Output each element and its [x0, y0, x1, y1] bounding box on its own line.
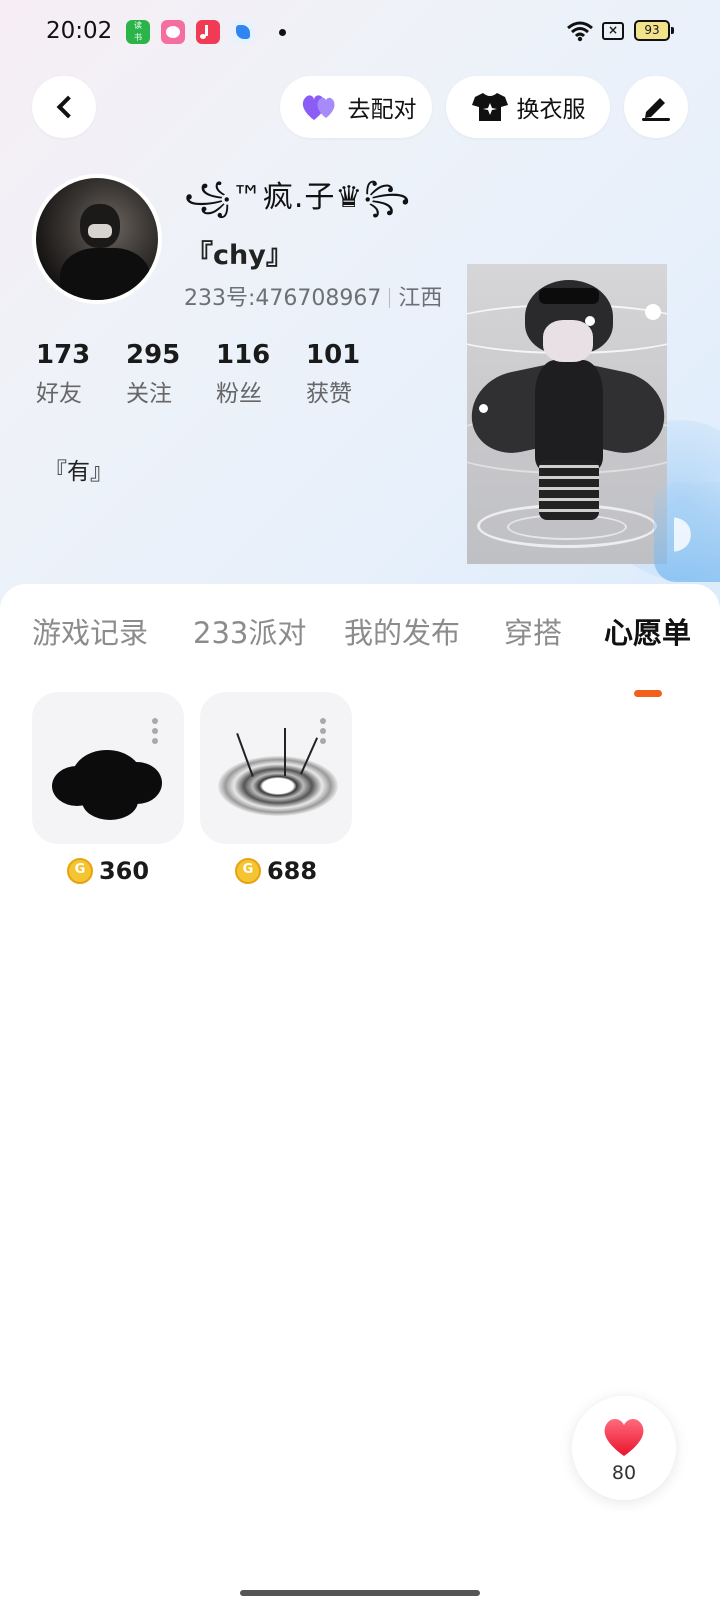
stat-label: 好友 [36, 381, 82, 407]
tab-outfits[interactable]: 穿搭 [504, 610, 562, 652]
avatar-model-preview[interactable] [467, 264, 667, 564]
notification-dot [279, 29, 286, 36]
tshirt-icon [471, 93, 508, 121]
match-button[interactable]: 去配对 [280, 76, 432, 138]
price-value: 688 [266, 857, 318, 885]
music-app-icon [196, 20, 220, 44]
face-app-icon [161, 20, 185, 44]
user-region: 江西 [398, 286, 443, 311]
double-heart-icon [302, 95, 335, 120]
dressup-button[interactable]: 换衣服 [446, 76, 610, 138]
model-legs [539, 460, 599, 520]
stat-value: 101 [306, 340, 361, 370]
stat-value: 295 [126, 340, 181, 370]
wishlist-grid: 360 688 [32, 692, 368, 888]
coin-icon [66, 858, 93, 884]
nickname: ꧁™疯.子♛꧂ [184, 180, 412, 215]
edit-profile-button[interactable] [624, 76, 688, 138]
avatar-mask [88, 224, 112, 238]
id-separator [389, 288, 391, 308]
status-time: 20:02 [46, 18, 113, 44]
status-bar: 20:02 读书 × 93 [0, 0, 720, 64]
sparkle [585, 316, 595, 326]
stat-label: 关注 [126, 381, 172, 407]
dressup-label: 换衣服 [516, 97, 586, 123]
tab-wishlist[interactable]: 心愿单 [604, 610, 691, 652]
model-face [543, 320, 593, 362]
pen-icon [642, 98, 670, 121]
ink-disc-effect-icon [218, 756, 338, 816]
stat-following[interactable]: 295 关注 [126, 340, 216, 408]
avatar-figure [60, 248, 150, 300]
battery-icon: 93 [634, 20, 674, 41]
home-indicator[interactable] [240, 1590, 480, 1596]
back-button[interactable] [32, 76, 96, 138]
wishlist-thumbnail[interactable] [200, 692, 352, 844]
wishlist-item[interactable]: 688 [200, 692, 352, 888]
model-torso [535, 360, 603, 470]
user-id-line: 233号:476708967 江西 [184, 280, 442, 312]
no-sim-icon: × [602, 22, 624, 40]
stat-value: 116 [216, 340, 271, 370]
tab-233-party[interactable]: 233派对 [193, 610, 306, 652]
decoration-glyph: ◗ [670, 506, 694, 557]
item-price: 688 [200, 854, 352, 888]
coin-icon [234, 858, 261, 884]
profile-screen: 20:02 读书 × 93 去配对 换衣服 ꧁™疯.子♛꧂ 『chy』 233号… [0, 0, 720, 1600]
sparkle [479, 404, 488, 413]
like-count: 80 [611, 1462, 637, 1484]
profile-bio: 『有』 [44, 459, 113, 485]
sparkle [645, 304, 661, 320]
more-options-icon[interactable] [320, 718, 326, 744]
wifi-icon [567, 21, 593, 42]
stat-likes: 101 获赞 [306, 340, 396, 408]
reading-app-icon: 读书 [126, 20, 150, 44]
blue-app-icon [231, 20, 255, 44]
like-button[interactable]: 80 [572, 1396, 676, 1500]
active-tab-indicator [634, 690, 662, 697]
stat-label: 粉丝 [216, 381, 262, 407]
chevron-left-icon [56, 95, 80, 119]
stat-friends[interactable]: 173 好友 [36, 340, 126, 408]
match-label: 去配对 [347, 97, 417, 123]
wishlist-item[interactable]: 360 [32, 692, 184, 888]
profile-stats: 173 好友 295 关注 116 粉丝 101 获赞 [36, 340, 396, 408]
user-id: 233号:476708967 [184, 286, 382, 311]
avatar[interactable] [32, 174, 162, 304]
stat-fans[interactable]: 116 粉丝 [216, 340, 306, 408]
heart-icon [604, 1419, 644, 1456]
display-name: 『chy』 [186, 240, 293, 271]
price-value: 360 [98, 857, 150, 885]
more-options-icon[interactable] [152, 718, 158, 744]
side-decoration: ◗ [654, 482, 720, 582]
stat-value: 173 [36, 340, 91, 370]
black-flower-accessory-icon [52, 742, 162, 822]
wishlist-thumbnail[interactable] [32, 692, 184, 844]
tab-my-posts[interactable]: 我的发布 [344, 610, 460, 652]
sunglasses-icon [539, 288, 599, 304]
tab-game-history[interactable]: 游戏记录 [32, 610, 148, 652]
profile-tabs: 游戏记录 233派对 我的发布 穿搭 心愿单 [0, 610, 720, 697]
needle-decoration [284, 728, 286, 776]
stat-label: 获赞 [306, 381, 352, 407]
item-price: 360 [32, 854, 184, 888]
